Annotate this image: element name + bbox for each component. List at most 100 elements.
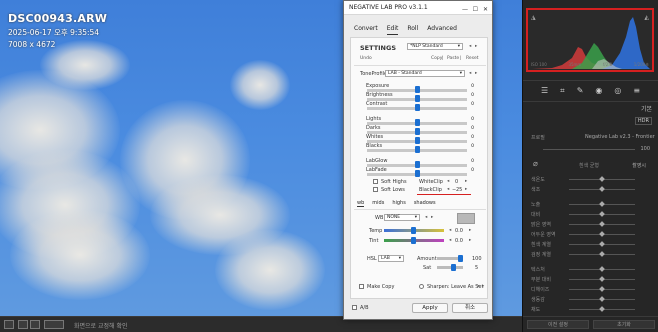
- crop-icon[interactable]: ⌗: [560, 86, 565, 98]
- slider-value[interactable]: 0: [461, 126, 474, 132]
- basic-row-thumb[interactable]: [599, 221, 605, 227]
- slider-value[interactable]: 0: [461, 144, 474, 150]
- whiteclip-decrease-icon[interactable]: ◂: [447, 179, 449, 184]
- tab-highs[interactable]: highs: [392, 200, 406, 207]
- basic-row-thumb[interactable]: [599, 176, 605, 182]
- tint-value[interactable]: 0.0: [455, 238, 463, 244]
- prev-profile-icon[interactable]: ◂: [469, 71, 471, 76]
- close-icon[interactable]: ✕: [483, 3, 488, 17]
- heal-icon[interactable]: ✎: [577, 86, 584, 98]
- edit-sliders-icon[interactable]: ☰: [541, 86, 548, 98]
- slider-thumb[interactable]: [415, 137, 420, 144]
- prev-wb-icon[interactable]: ◂: [425, 215, 427, 220]
- copy-button[interactable]: Copy: [431, 56, 442, 61]
- blackclip-increase-icon[interactable]: ▸: [465, 187, 467, 192]
- sharpen-next-icon[interactable]: ▸: [482, 284, 484, 289]
- slider-thumb[interactable]: [415, 128, 420, 135]
- next-setting-icon[interactable]: ▸: [475, 44, 477, 49]
- survey-view-icon[interactable]: [30, 320, 40, 329]
- amount-slider-thumb[interactable]: [458, 255, 463, 262]
- sat-slider[interactable]: [437, 266, 463, 269]
- maximize-icon[interactable]: ☐: [473, 3, 478, 17]
- basic-row-thumb[interactable]: [599, 266, 605, 272]
- slider-value[interactable]: 0: [461, 135, 474, 141]
- paste-button[interactable]: Paste: [447, 56, 459, 61]
- tab-shadows[interactable]: shadows: [414, 200, 436, 207]
- profile-value[interactable]: Negative Lab v2.3 - Frontier: [585, 134, 655, 140]
- basic-row-thumb[interactable]: [599, 186, 605, 192]
- blackclip-value[interactable]: 25: [456, 187, 462, 193]
- basic-row-thumb[interactable]: [599, 296, 605, 302]
- slider-value[interactable]: 0: [461, 93, 474, 99]
- tint-slider-thumb[interactable]: [411, 237, 416, 244]
- compare-view-icon[interactable]: [18, 320, 28, 329]
- next-profile-icon[interactable]: ▸: [475, 71, 477, 76]
- basic-row-thumb[interactable]: [599, 251, 605, 257]
- view-mode-icon[interactable]: [44, 320, 64, 329]
- tint-increase-icon[interactable]: ▸: [469, 238, 471, 243]
- whiteclip-value[interactable]: 0: [455, 179, 458, 185]
- basic-row-thumb[interactable]: [599, 276, 605, 282]
- basic-row-thumb[interactable]: [599, 286, 605, 292]
- wb-value[interactable]: 촬영시: [632, 162, 646, 169]
- tint-decrease-icon[interactable]: ◂: [449, 238, 451, 243]
- sat-slider-thumb[interactable]: [451, 264, 456, 271]
- apply-button[interactable]: Apply: [412, 303, 448, 313]
- basic-row-thumb[interactable]: [599, 211, 605, 217]
- amount-value[interactable]: 100: [472, 256, 482, 262]
- basic-row-thumb[interactable]: [599, 241, 605, 247]
- tone-profile-dropdown[interactable]: LAB - Standard ▾: [385, 70, 465, 77]
- blackclip-decrease-icon[interactable]: ◂: [447, 187, 449, 192]
- tab-roll[interactable]: Roll: [407, 25, 418, 35]
- reset-button[interactable]: Reset: [466, 56, 479, 61]
- whiteclip-increase-icon[interactable]: ▸: [465, 179, 467, 184]
- tab-convert[interactable]: Convert: [354, 25, 378, 35]
- slider-value[interactable]: 0: [461, 102, 474, 108]
- slider-thumb[interactable]: [415, 119, 420, 126]
- slider-thumb[interactable]: [415, 104, 420, 111]
- slider-thumb[interactable]: [415, 95, 420, 102]
- eyedropper-icon[interactable]: ⌀: [533, 159, 538, 168]
- prev-setting-icon[interactable]: ◂: [469, 44, 471, 49]
- tab-advanced[interactable]: Advanced: [427, 25, 457, 35]
- reset-button[interactable]: 초기화: [593, 320, 655, 329]
- section-title-basic[interactable]: 기본: [641, 104, 652, 113]
- soft-lows-checkbox[interactable]: [373, 187, 378, 192]
- undo-button[interactable]: Undo: [360, 56, 372, 61]
- slider-value[interactable]: 0: [461, 159, 474, 165]
- amount-slider[interactable]: [543, 149, 635, 150]
- redeye-icon[interactable]: ◎: [614, 86, 621, 98]
- slider-value[interactable]: 0: [461, 84, 474, 90]
- settings-dropdown[interactable]: *NLP Standard ▾: [407, 43, 463, 50]
- temp-increase-icon[interactable]: ▸: [469, 228, 471, 233]
- make-copy-checkbox[interactable]: [359, 284, 364, 289]
- slider-value[interactable]: 0: [461, 168, 474, 174]
- sharpen-label[interactable]: Sharpen: Leave As Set: [427, 284, 483, 290]
- amount-value[interactable]: 100: [640, 146, 650, 152]
- presets-icon[interactable]: ≡: [633, 86, 640, 98]
- sharpen-radio[interactable]: [419, 284, 424, 289]
- tab-edit[interactable]: Edit: [386, 25, 399, 35]
- slider-thumb[interactable]: [415, 170, 420, 177]
- minimize-icon[interactable]: —: [462, 3, 468, 17]
- next-wb-icon[interactable]: ▸: [431, 215, 433, 220]
- basic-row-thumb[interactable]: [599, 201, 605, 207]
- loupe-view-icon[interactable]: [4, 320, 14, 329]
- ab-checkbox[interactable]: [352, 305, 357, 310]
- slider-thumb[interactable]: [415, 86, 420, 93]
- slider-value[interactable]: 0: [461, 117, 474, 123]
- temp-decrease-icon[interactable]: ◂: [449, 228, 451, 233]
- hdr-toggle[interactable]: HDR: [634, 117, 652, 125]
- sat-value[interactable]: 5: [475, 265, 478, 271]
- slider-thumb[interactable]: [415, 161, 420, 168]
- sharpen-prev-icon[interactable]: ◂: [477, 284, 479, 289]
- wb-color-swatch[interactable]: [457, 213, 475, 224]
- temp-slider-thumb[interactable]: [411, 227, 416, 234]
- soft-highs-checkbox[interactable]: [373, 179, 378, 184]
- temp-value[interactable]: 0.0: [455, 228, 463, 234]
- cancel-button[interactable]: 취소: [452, 303, 488, 313]
- basic-row-thumb[interactable]: [599, 306, 605, 312]
- basic-row-thumb[interactable]: [599, 231, 605, 237]
- tab-wb[interactable]: wb: [357, 200, 365, 207]
- previous-settings-button[interactable]: 이전 설정: [527, 320, 589, 329]
